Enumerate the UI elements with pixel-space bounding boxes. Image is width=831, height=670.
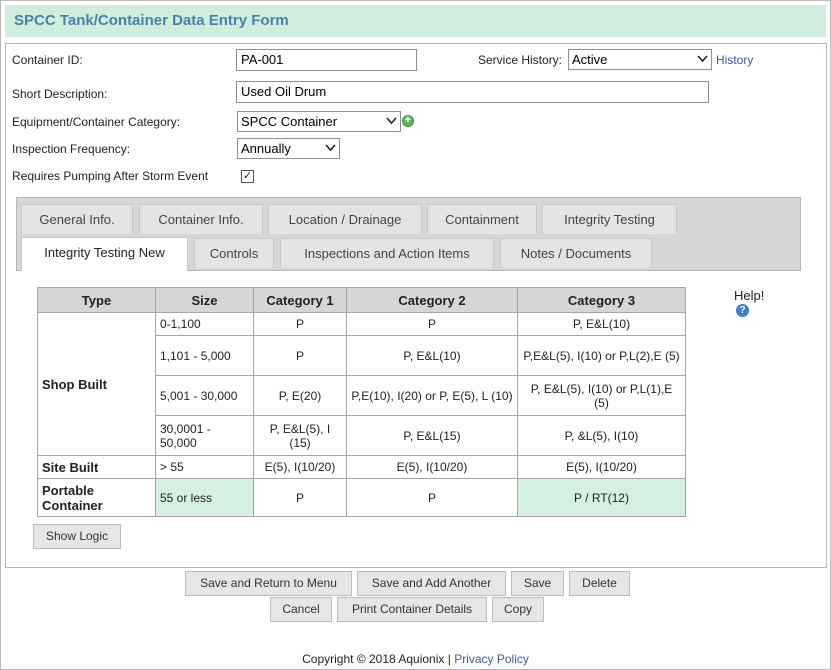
- service-history-value: Active: [572, 52, 608, 67]
- tab-integrity-testing-new[interactable]: Integrity Testing New: [21, 237, 188, 271]
- header-category-2: Category 2: [346, 287, 518, 313]
- tab-controls[interactable]: Controls: [194, 238, 274, 268]
- container-id-input[interactable]: PA-001: [236, 49, 417, 71]
- header-size: Size: [155, 287, 254, 313]
- portable-container-type: Portable Container: [37, 478, 156, 517]
- chevron-down-icon: [386, 117, 397, 125]
- copyright-text: Copyright © 2018 Aquionix |: [302, 652, 451, 666]
- header-type: Type: [37, 287, 156, 313]
- category-3-cell: P, &L(5), I(10): [517, 415, 686, 456]
- save-add-another-button[interactable]: Save and Add Another: [357, 571, 506, 596]
- pumping-label: Requires Pumping After Storm Event: [12, 169, 209, 183]
- inspection-frequency-select[interactable]: Annually: [237, 138, 340, 159]
- category-2-cell: P, E&L(15): [346, 415, 518, 456]
- category-3-cell: E(5), I(10/20): [517, 455, 686, 479]
- category-1-cell: P: [253, 312, 347, 336]
- category-2-cell: P, E&L(10): [346, 335, 518, 376]
- category-value: SPCC Container: [241, 114, 338, 129]
- integrity-testing-table: Type Size Category 1 Category 2 Category…: [37, 287, 686, 517]
- table-row: Portable Container 55 or less P P P / RT…: [37, 478, 686, 517]
- category-1-cell: P, E&L(5), I (15): [253, 415, 347, 456]
- category-2-cell: P,E(10), I(20) or P, E(5), L (10): [346, 375, 518, 416]
- category-1-cell: P: [253, 478, 347, 517]
- help-label: Help!: [734, 288, 765, 303]
- header-category-3: Category 3: [517, 287, 686, 313]
- cancel-button[interactable]: Cancel: [270, 597, 332, 622]
- copy-button[interactable]: Copy: [492, 597, 544, 622]
- tab-location-drainage[interactable]: Location / Drainage: [268, 204, 422, 234]
- category-1-cell: P, E(20): [253, 375, 347, 416]
- container-id-label: Container ID:: [12, 53, 83, 67]
- category-2-cell: E(5), I(10/20): [346, 455, 518, 479]
- tab-integrity-testing[interactable]: Integrity Testing: [542, 204, 677, 234]
- service-history-select[interactable]: Active: [568, 49, 712, 70]
- category-select[interactable]: SPCC Container: [237, 111, 401, 132]
- pumping-checkbox[interactable]: ✓: [241, 170, 254, 183]
- chevron-down-icon: [697, 55, 708, 63]
- tab-general-info[interactable]: General Info.: [21, 204, 133, 234]
- chevron-down-icon: [325, 144, 336, 152]
- print-container-details-button[interactable]: Print Container Details: [337, 597, 487, 622]
- category-1-cell: P: [253, 335, 347, 376]
- category-3-cell: P, E&L(5), I(10) or P,L(1),E (5): [517, 375, 686, 416]
- category-3-cell: P,E&L(5), I(10) or P,L(2),E (5): [517, 335, 686, 376]
- category-2-cell: P: [346, 312, 518, 336]
- table-header-row: Type Size Category 1 Category 2 Category…: [37, 287, 686, 313]
- footer: Copyright © 2018 Aquionix | Privacy Poli…: [0, 652, 831, 666]
- shop-built-type: Shop Built: [37, 312, 156, 456]
- add-category-icon[interactable]: +: [402, 115, 414, 127]
- category-1-cell: E(5), I(10/20): [253, 455, 347, 479]
- help-icon[interactable]: ?: [736, 304, 749, 317]
- short-description-label: Short Description:: [12, 87, 108, 101]
- size-cell: 1,101 - 5,000: [155, 335, 254, 376]
- table-row: Site Built > 55 E(5), I(10/20) E(5), I(1…: [37, 455, 686, 479]
- privacy-policy-link[interactable]: Privacy Policy: [454, 652, 529, 666]
- size-cell: > 55: [155, 455, 254, 479]
- save-button[interactable]: Save: [511, 571, 564, 596]
- tab-containment[interactable]: Containment: [427, 204, 537, 234]
- site-built-type: Site Built: [37, 455, 156, 479]
- size-cell: 55 or less: [155, 478, 254, 517]
- category-2-cell: P: [346, 478, 518, 517]
- history-link[interactable]: History: [716, 53, 753, 67]
- delete-button[interactable]: Delete: [569, 571, 630, 596]
- short-description-input[interactable]: Used Oil Drum: [236, 81, 709, 103]
- save-return-button[interactable]: Save and Return to Menu: [185, 571, 352, 596]
- size-cell: 5,001 - 30,000: [155, 375, 254, 416]
- title-bar: SPCC Tank/Container Data Entry Form: [5, 5, 826, 37]
- inspection-frequency-value: Annually: [241, 141, 291, 156]
- category-label: Equipment/Container Category:: [12, 115, 181, 129]
- show-logic-button[interactable]: Show Logic: [33, 524, 121, 549]
- tab-inspections-action-items[interactable]: Inspections and Action Items: [280, 238, 494, 268]
- category-3-cell: P, E&L(10): [517, 312, 686, 336]
- tab-notes-documents[interactable]: Notes / Documents: [500, 238, 652, 268]
- page-title: SPCC Tank/Container Data Entry Form: [14, 12, 289, 29]
- size-cell: 30,0001 - 50,000: [155, 415, 254, 456]
- table-row: Shop Built 0-1,100 P P P, E&L(10): [37, 312, 686, 456]
- header-category-1: Category 1: [253, 287, 347, 313]
- tab-container-info[interactable]: Container Info.: [139, 204, 263, 234]
- service-history-label: Service History:: [478, 53, 563, 67]
- inspection-frequency-label: Inspection Frequency:: [12, 142, 131, 156]
- size-cell: 0-1,100: [155, 312, 254, 336]
- category-3-cell: P / RT(12): [517, 478, 686, 517]
